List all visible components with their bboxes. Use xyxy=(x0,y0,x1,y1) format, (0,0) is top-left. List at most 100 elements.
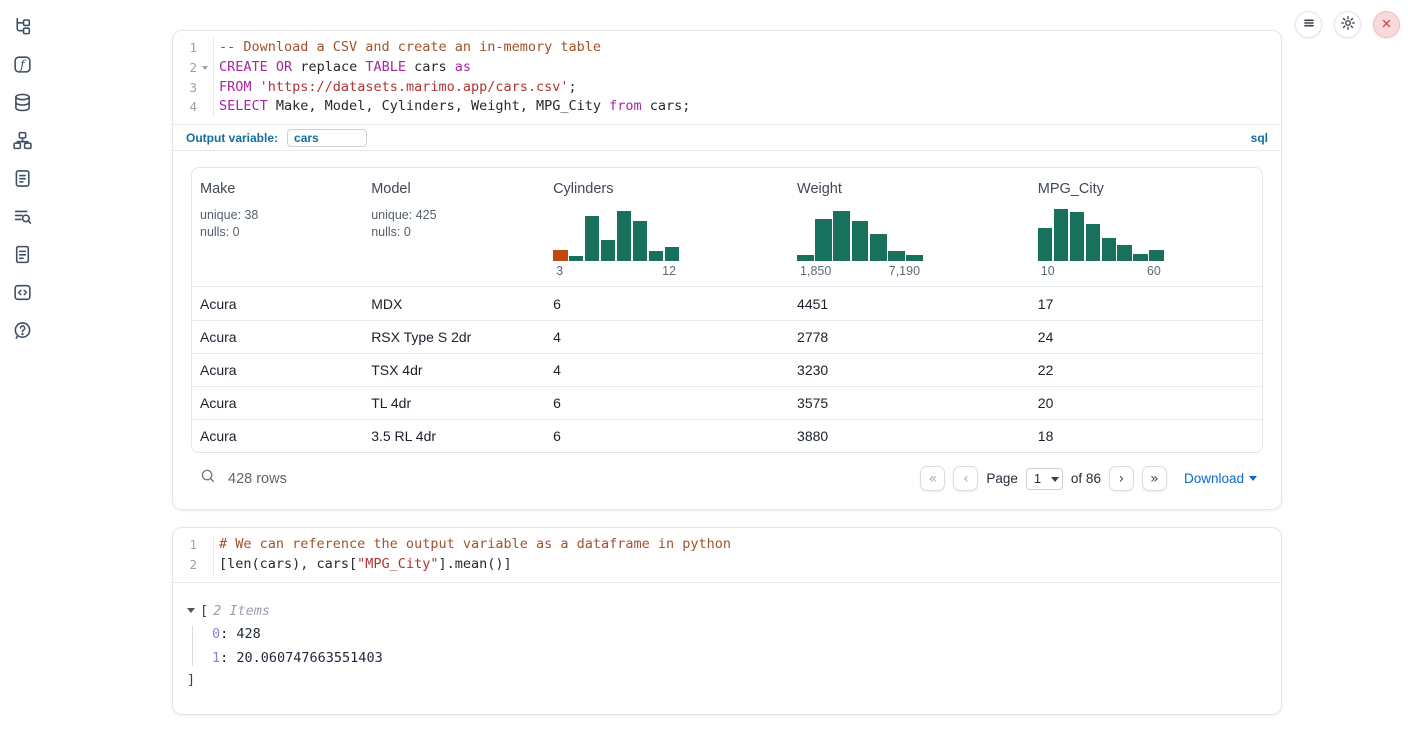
table-cell: 2778 xyxy=(789,329,1030,345)
sidebar-item-documentation[interactable] xyxy=(10,244,34,268)
download-label: Download xyxy=(1184,471,1244,486)
histogram-bar xyxy=(1149,250,1163,261)
table-row[interactable]: AcuraTL 4dr6357520 xyxy=(192,386,1262,419)
document-icon xyxy=(12,244,33,268)
column-header-mpg_city[interactable]: MPG_City1060 xyxy=(1030,168,1262,286)
sidebar-item-snippets[interactable] xyxy=(10,282,34,306)
column-label: MPG_City xyxy=(1038,181,1254,197)
line-number: 1 xyxy=(173,38,197,58)
sql-cell: 1-- Download a CSV and create an in-memo… xyxy=(172,30,1282,510)
code-text: FROM 'https://datasets.marimo.app/cars.c… xyxy=(214,78,577,98)
column-header-make[interactable]: Makeunique: 38nulls: 0 xyxy=(192,168,363,286)
column-header-model[interactable]: Modelunique: 425nulls: 0 xyxy=(363,168,545,286)
histogram-axis-labels: 1,8507,190 xyxy=(797,264,923,278)
sidebar-item-dependency-graph[interactable] xyxy=(10,130,34,154)
sidebar-item-scratchpad[interactable] xyxy=(10,168,34,192)
close-button[interactable] xyxy=(1373,11,1400,38)
sidebar-item-functions[interactable]: f xyxy=(10,54,34,78)
graph-icon xyxy=(12,130,33,154)
table-footer: 428 rows « ‹ Page 1 of 86 › » Dow xyxy=(191,453,1263,499)
download-button[interactable]: Download xyxy=(1184,471,1257,486)
code-text: [len(cars), cars["MPG_City"].mean()] xyxy=(214,555,512,575)
last-page-button[interactable]: » xyxy=(1142,466,1167,491)
function-icon: f xyxy=(12,54,33,78)
histogram-bar xyxy=(852,221,869,262)
sidebar-item-file-tree[interactable] xyxy=(10,16,34,40)
histogram-bar xyxy=(797,255,814,262)
file-tree-icon xyxy=(12,16,33,40)
column-label: Cylinders xyxy=(553,181,781,197)
histogram-bar xyxy=(649,251,663,261)
histogram-bar xyxy=(585,216,599,262)
next-page-button[interactable]: › xyxy=(1109,466,1134,491)
sidebar: f xyxy=(0,16,44,344)
sidebar-item-help[interactable] xyxy=(10,320,34,344)
column-histogram xyxy=(1038,206,1164,261)
table-row[interactable]: AcuraMDX6445117 xyxy=(192,287,1262,320)
close-bracket: ] xyxy=(187,672,1263,688)
table-cell: 18 xyxy=(1030,428,1262,444)
sidebar-item-datasources[interactable] xyxy=(10,92,34,116)
table-output: Makeunique: 38nulls: 0Modelunique: 425nu… xyxy=(173,151,1281,509)
output-variable-label: Output variable: xyxy=(186,131,278,145)
code-line: 1# We can reference the output variable … xyxy=(173,535,1281,555)
histogram-bar xyxy=(633,221,647,261)
histogram-bar xyxy=(833,211,850,262)
table-row[interactable]: AcuraRSX Type S 2dr4277824 xyxy=(192,320,1262,353)
python-code-editor[interactable]: 1# We can reference the output variable … xyxy=(173,528,1281,582)
row-count: 428 rows xyxy=(228,471,287,487)
histogram-bar xyxy=(569,256,583,262)
table-cell: 3575 xyxy=(789,395,1030,411)
sql-code-editor[interactable]: 1-- Download a CSV and create an in-memo… xyxy=(173,31,1281,124)
items-count-label: 2 Items xyxy=(213,603,270,619)
chevron-down-icon xyxy=(1249,476,1257,481)
histogram-bar xyxy=(1086,224,1100,261)
collapse-chevron-icon[interactable] xyxy=(187,608,195,613)
output-tree-body: 0: 428 1: 20.060747663551403 xyxy=(192,626,1263,666)
table-row[interactable]: AcuraTSX 4dr4323022 xyxy=(192,353,1262,386)
code-line: 2[len(cars), cars["MPG_City"].mean()] xyxy=(173,555,1281,575)
column-header-weight[interactable]: Weight 1,8507,190 xyxy=(789,168,1030,286)
code-line: 3FROM 'https://datasets.marimo.app/cars.… xyxy=(173,78,1281,98)
output-list-item: 0: 428 xyxy=(212,626,1263,642)
code-line: 4SELECT Make, Model, Cylinders, Weight, … xyxy=(173,97,1281,117)
output-variable-input[interactable] xyxy=(287,129,367,147)
output-tree-header[interactable]: [ 2 Items xyxy=(187,603,1263,619)
table-cell: 20 xyxy=(1030,395,1262,411)
scroll-icon xyxy=(12,168,33,192)
help-icon xyxy=(12,320,33,344)
code-snippet-icon xyxy=(12,282,33,306)
table-cell: Acura xyxy=(192,395,363,411)
line-number: 2 xyxy=(173,58,197,78)
table-row[interactable]: Acura3.5 RL 4dr6388018 xyxy=(192,419,1262,452)
sidebar-item-logs[interactable] xyxy=(10,206,34,230)
table-cell: Acura xyxy=(192,362,363,378)
python-cell: 1# We can reference the output variable … xyxy=(172,527,1282,715)
table-cell: TSX 4dr xyxy=(363,362,545,378)
data-table: Makeunique: 38nulls: 0Modelunique: 425nu… xyxy=(191,167,1263,453)
search-icon[interactable] xyxy=(199,467,217,490)
pagination: « ‹ Page 1 of 86 › » Download xyxy=(920,466,1257,491)
table-body: AcuraMDX6445117AcuraRSX Type S 2dr427782… xyxy=(192,287,1262,452)
line-number: 1 xyxy=(173,535,197,555)
menu-button[interactable] xyxy=(1295,11,1322,38)
page-total-label: of 86 xyxy=(1071,471,1101,486)
output-list-item: 1: 20.060747663551403 xyxy=(212,650,1263,666)
column-label: Model xyxy=(371,181,537,197)
column-label: Weight xyxy=(797,181,1022,197)
histogram-bar xyxy=(665,247,679,261)
table-cell: TL 4dr xyxy=(363,395,545,411)
list-search-icon xyxy=(12,206,33,230)
settings-button[interactable] xyxy=(1334,11,1361,38)
line-number: 4 xyxy=(173,97,197,117)
histogram-axis-labels: 312 xyxy=(553,264,679,278)
first-page-button[interactable]: « xyxy=(920,466,945,491)
window-controls xyxy=(1295,11,1400,38)
database-icon xyxy=(12,92,33,116)
table-cell: Acura xyxy=(192,329,363,345)
fold-chevron-icon[interactable] xyxy=(202,66,208,70)
column-header-cylinders[interactable]: Cylinders 312 xyxy=(545,168,789,286)
column-label: Make xyxy=(200,181,355,197)
page-select[interactable]: 1 xyxy=(1026,468,1063,490)
prev-page-button[interactable]: ‹ xyxy=(953,466,978,491)
